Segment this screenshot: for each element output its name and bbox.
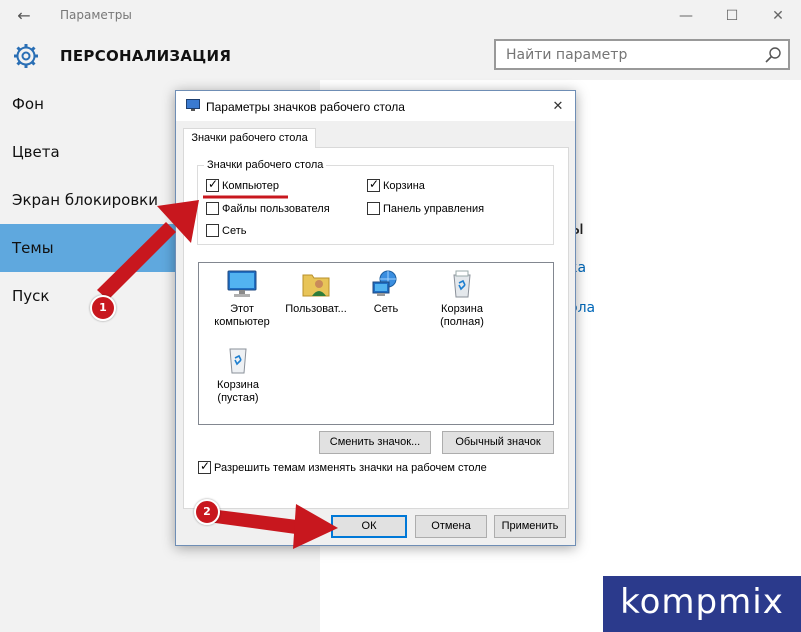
minimize-button[interactable]: — [668, 4, 704, 28]
checkbox-box[interactable] [206, 202, 219, 215]
settings-header: ПЕРСОНАЛИЗАЦИЯ [0, 32, 801, 80]
step-marker-1: 1 [90, 295, 116, 321]
monitor-icon [186, 99, 200, 111]
ok-button[interactable]: ОК [331, 515, 407, 538]
window-title: Параметры [60, 8, 132, 22]
window-titlebar: ← Параметры — ☐ ✕ [0, 0, 801, 32]
apply-button[interactable]: Применить [494, 515, 566, 538]
close-button[interactable]: ✕ [760, 4, 796, 28]
dialog-titlebar: Параметры значков рабочего стола ✕ [176, 91, 575, 121]
icon-item-network[interactable]: Сеть [347, 269, 425, 316]
icon-label: Сеть [373, 303, 399, 315]
page-title: ПЕРСОНАЛИЗАЦИЯ [60, 47, 232, 65]
icons-list: Этот компьютер Пользоват... Сеть Корзина… [198, 262, 554, 425]
checkbox-label: Корзина [383, 179, 425, 192]
icon-item-recycle-bin-full[interactable]: Корзина (полная) [423, 269, 501, 329]
recycle-bin-empty-icon [229, 348, 247, 374]
checkbox-box[interactable] [198, 459, 211, 474]
recycle-bin-full-icon [453, 270, 471, 298]
checkbox-box[interactable] [367, 202, 380, 215]
back-button[interactable]: ← [8, 4, 40, 28]
change-icon-button[interactable]: Сменить значок... [319, 431, 431, 454]
dialog-close-button[interactable]: ✕ [546, 96, 570, 116]
icon-label: Пользоват... [285, 303, 347, 315]
icon-item-recycle-bin-empty[interactable]: Корзина (пустая) [199, 345, 277, 405]
checkbox-box[interactable] [206, 177, 219, 192]
maximize-button[interactable]: ☐ [714, 4, 750, 28]
user-folder-icon [302, 274, 330, 297]
dialog-title: Параметры значков рабочего стола [206, 100, 405, 114]
search-box[interactable] [494, 39, 790, 70]
search-icon[interactable] [764, 46, 782, 64]
checkbox-label: Разрешить темам изменять значки на рабоч… [214, 461, 487, 474]
checkbox-computer[interactable]: Компьютер [206, 177, 279, 192]
icon-label: Корзина (полная) [440, 303, 484, 328]
icon-label: Корзина (пустая) [217, 379, 259, 404]
default-icon-button[interactable]: Обычный значок [442, 431, 554, 454]
checkbox-user-files[interactable]: Файлы пользователя [206, 202, 330, 215]
tab-desktop-icons[interactable]: Значки рабочего стола [183, 128, 316, 148]
icon-label: Этот компьютер [214, 303, 270, 328]
network-icon [372, 270, 397, 296]
checkbox-label: Сеть [222, 224, 247, 237]
step-marker-2: 2 [194, 499, 220, 525]
checkbox-box[interactable] [367, 177, 380, 192]
watermark-logo: kompmix [603, 576, 801, 632]
search-input[interactable] [496, 41, 746, 68]
icon-item-user-files[interactable]: Пользоват... [277, 269, 355, 316]
checkbox-label: Файлы пользователя [222, 202, 330, 215]
computer-icon [227, 270, 257, 297]
checkbox-allow-themes[interactable]: Разрешить темам изменять значки на рабоч… [198, 459, 487, 474]
checkbox-control-panel[interactable]: Панель управления [367, 202, 484, 215]
checkbox-network[interactable]: Сеть [206, 224, 246, 237]
checkbox-recycle-bin[interactable]: Корзина [367, 177, 425, 192]
group-label: Значки рабочего стола [204, 159, 327, 171]
desktop-icon-settings-dialog: Параметры значков рабочего стола ✕ Значк… [175, 90, 576, 546]
icon-item-computer[interactable]: Этот компьютер [203, 269, 281, 329]
checkbox-label: Компьютер [222, 179, 279, 192]
checkbox-box[interactable] [206, 224, 219, 237]
cancel-button[interactable]: Отмена [415, 515, 487, 538]
checkbox-label: Панель управления [383, 202, 485, 215]
gear-icon [14, 44, 38, 68]
